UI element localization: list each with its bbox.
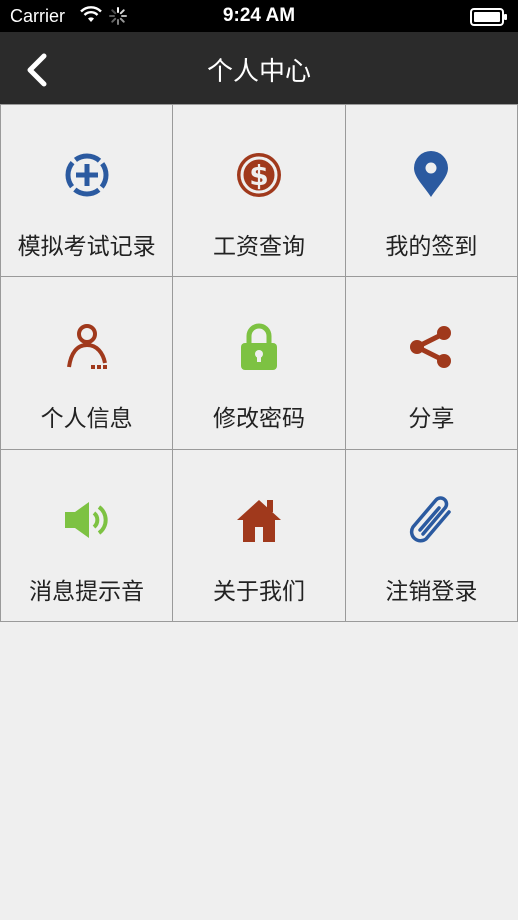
menu-item-exam-records[interactable]: 模拟考试记录 (1, 105, 174, 278)
menu-item-personal-info[interactable]: 个人信息 (1, 277, 174, 450)
menu-item-notification-sound[interactable]: 消息提示音 (1, 449, 174, 622)
menu-item-label: 修改密码 (212, 406, 305, 433)
menu-item-label: 我的签到 (385, 234, 478, 260)
menu-item-about-us[interactable]: 关于我们 (173, 449, 346, 622)
menu-item-label: 关于我们 (212, 578, 305, 605)
menu-grid: 模拟考试记录 $ 工资查询 我的签到 个人信息 修改密码 分享 消息提示音 关于… (0, 104, 518, 622)
menu-item-change-password[interactable]: 修改密码 (173, 277, 346, 450)
menu-item-my-checkin[interactable]: 我的签到 (345, 105, 518, 278)
menu-item-salary-query[interactable]: $ 工资查询 (173, 105, 346, 278)
battery-icon (470, 8, 507, 26)
menu-item-label: 工资查询 (212, 234, 305, 260)
paperclip-icon (410, 495, 452, 543)
map-pin-icon (414, 151, 449, 197)
navigation-bar: 个人中心 (0, 32, 518, 104)
target-plus-icon (65, 153, 109, 197)
home-icon (236, 499, 281, 542)
svg-text:$: $ (249, 159, 268, 192)
lock-icon (240, 323, 277, 371)
menu-item-logout[interactable]: 注销登录 (345, 449, 518, 622)
status-time: 9:24 AM (222, 5, 296, 26)
speaker-icon (64, 501, 108, 538)
menu-item-label: 分享 (408, 406, 455, 433)
dollar-circle-icon: $ (236, 153, 281, 197)
page-title: 个人中心 (206, 57, 311, 87)
menu-item-label: 消息提示音 (29, 578, 145, 605)
menu-item-label: 个人信息 (40, 406, 133, 433)
menu-item-share[interactable]: 分享 (345, 277, 518, 450)
menu-item-label: 注销登录 (385, 578, 478, 605)
menu-item-label: 模拟考试记录 (17, 234, 156, 260)
share-icon (410, 326, 452, 369)
person-icon (66, 324, 107, 370)
status-bar: Carrier 9:24 AM (0, 0, 518, 32)
